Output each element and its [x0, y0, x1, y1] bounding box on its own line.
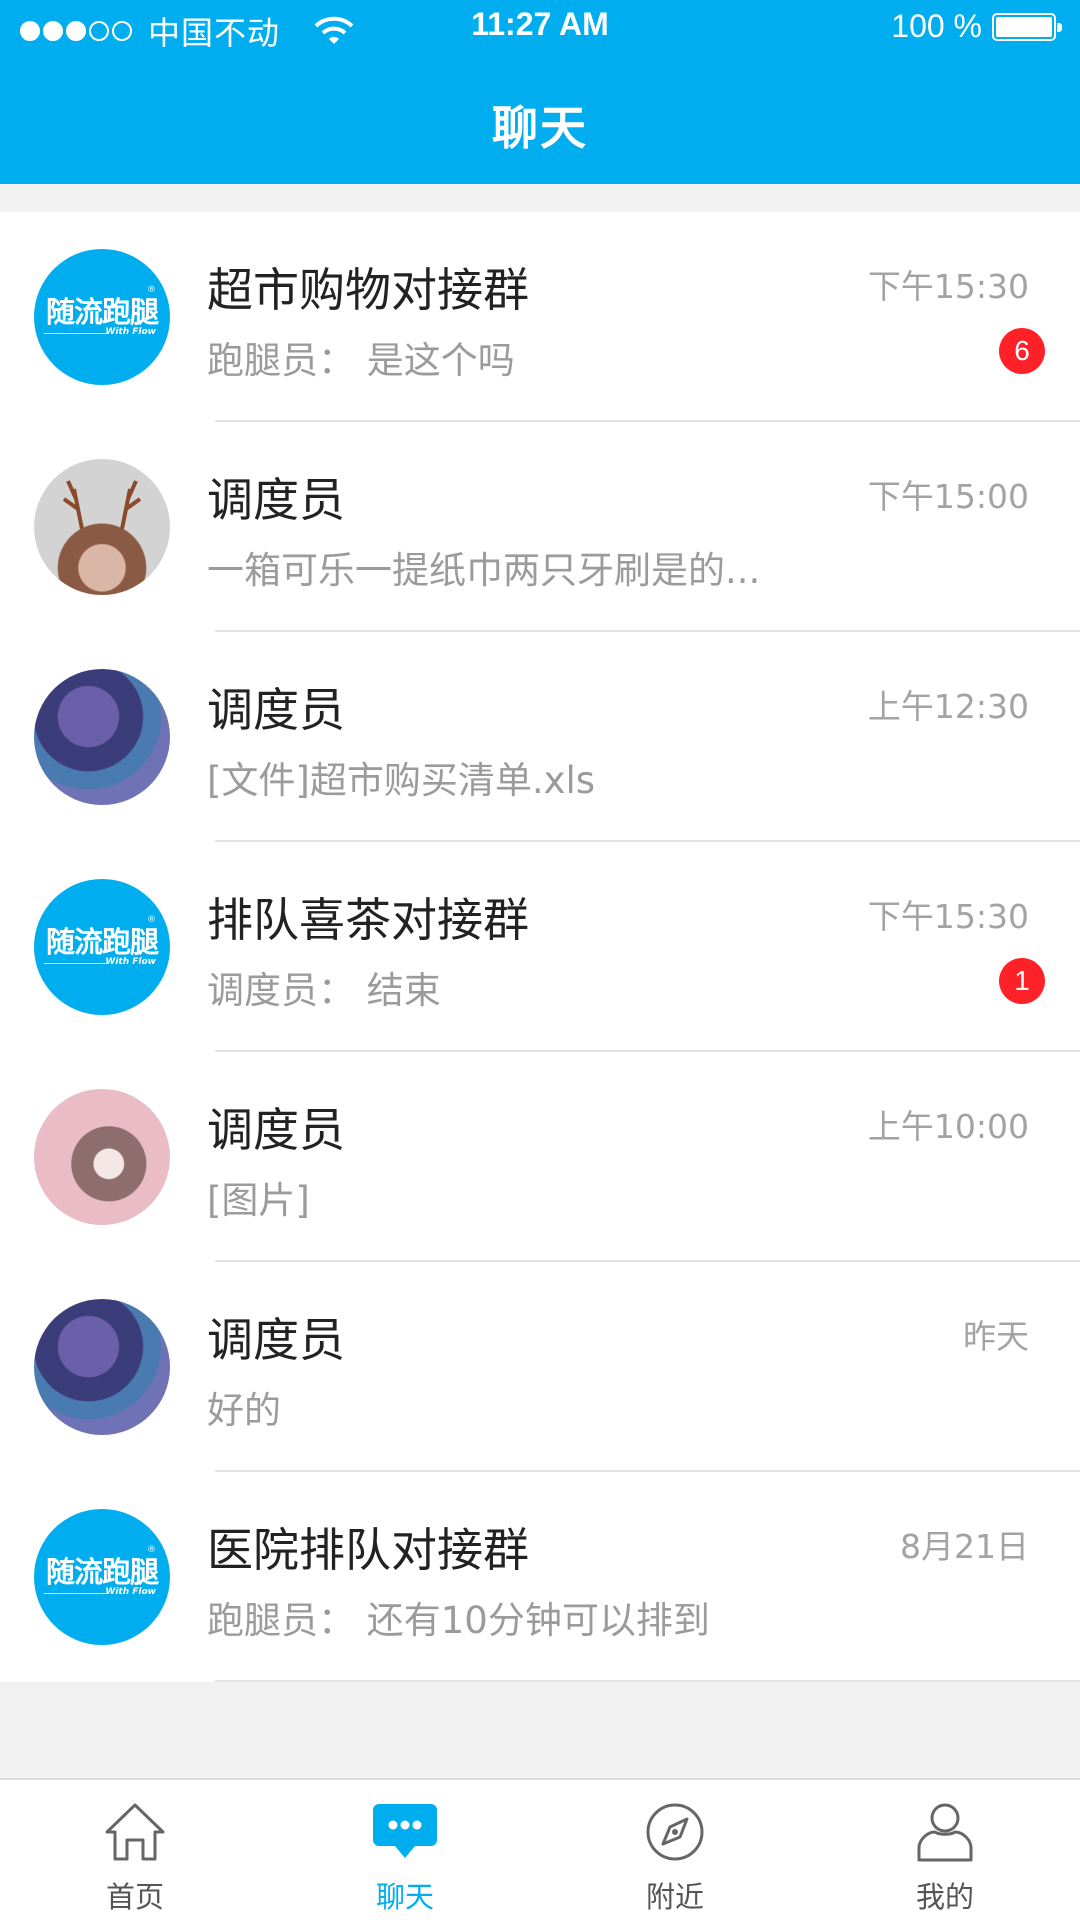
photo-avatar-anime-boy: [34, 669, 170, 805]
photo-avatar-anime-girl: [34, 1089, 170, 1225]
tab-label: 附近: [645, 1880, 704, 1914]
conversation-row[interactable]: 调度员 一箱可乐一提纸巾两只牙刷是的... 下午15:00: [0, 422, 1080, 632]
logo-registered-mark: ®: [147, 1545, 156, 1555]
conversation-row[interactable]: 随流跑腿 ® With Flow 超市购物对接群 跑腿员： 是这个吗 下午15:…: [0, 212, 1080, 422]
photo-avatar-deer-girl: [34, 459, 170, 595]
conversation-row[interactable]: 随流跑腿 ® With Flow 排队喜茶对接群 调度员： 结束 下午15:30…: [0, 842, 1080, 1052]
chat-bubble-icon: [373, 1804, 437, 1858]
logo-text: 随流跑腿: [45, 295, 159, 329]
tab-chat[interactable]: 聊天: [270, 1780, 540, 1920]
page-title: 聊天: [492, 101, 588, 155]
battery-icon: [992, 12, 1062, 41]
logo-subtitle: With Flow: [105, 327, 156, 337]
message-time: 下午15:00: [867, 477, 1029, 516]
status-bar: 中国不动 11:27 AM 100 %: [0, 0, 1080, 62]
logo-subtitle: With Flow: [105, 957, 156, 967]
message-preview: 一箱可乐一提纸巾两只牙刷是的...: [207, 549, 761, 592]
conversation-name: 超市购物对接群: [207, 263, 529, 317]
message-preview: 好的: [207, 1389, 281, 1432]
logo-text: 随流跑腿: [45, 1555, 159, 1589]
logo-registered-mark: ®: [147, 915, 156, 925]
bottom-tab-bar: 首页 聊天 附近 我的: [0, 1778, 1080, 1920]
tab-label: 首页: [105, 1880, 164, 1914]
logo-avatar: 随流跑腿 ® With Flow: [34, 879, 170, 1015]
conversation-name: 调度员: [207, 683, 345, 737]
logo-registered-mark: ®: [147, 285, 156, 295]
chat-list-screen: 中国不动 11:27 AM 100 % 聊天 随流跑腿 ® With Flow: [0, 0, 1080, 1920]
conversation-name: 调度员: [207, 1103, 345, 1157]
conversation-row[interactable]: 随流跑腿 ® With Flow 医院排队对接群 跑腿员： 还有10分钟可以排到…: [0, 1472, 1080, 1682]
antlers-icon: [62, 480, 142, 530]
logo-line: [44, 963, 108, 964]
message-preview: [图片]: [207, 1179, 310, 1222]
home-icon: [105, 1803, 165, 1861]
message-preview: 跑腿员： 是这个吗: [207, 339, 515, 382]
conversation-row[interactable]: 调度员 好的 昨天: [0, 1262, 1080, 1472]
message-time: 下午15:30: [867, 267, 1029, 306]
message-time: 上午12:30: [867, 687, 1029, 726]
conversation-row[interactable]: 调度员 [图片] 上午10:00: [0, 1052, 1080, 1262]
compass-icon: [646, 1803, 704, 1861]
message-time: 昨天: [963, 1317, 1029, 1356]
logo-subtitle: With Flow: [105, 1587, 156, 1597]
tab-label: 聊天: [375, 1880, 434, 1914]
conversation-row[interactable]: 调度员 [文件]超市购买清单.xls 上午12:30: [0, 632, 1080, 842]
photo-avatar-anime-boy: [34, 1299, 170, 1435]
logo-line: [44, 333, 108, 334]
message-preview: 跑腿员： 还有10分钟可以排到: [207, 1599, 710, 1642]
logo-avatar: 随流跑腿 ® With Flow: [34, 249, 170, 385]
tab-me[interactable]: 我的: [810, 1780, 1080, 1920]
conversation-list: 随流跑腿 ® With Flow 超市购物对接群 跑腿员： 是这个吗 下午15:…: [0, 212, 1080, 1682]
conversation-name: 排队喜茶对接群: [207, 893, 529, 947]
message-preview: [文件]超市购买清单.xls: [207, 759, 596, 802]
conversation-name: 调度员: [207, 473, 345, 527]
tab-home[interactable]: 首页: [0, 1780, 270, 1920]
message-time: 下午15:30: [867, 897, 1029, 936]
logo-line: [44, 1593, 108, 1594]
message-preview: 调度员： 结束: [207, 969, 441, 1012]
top-bar: 中国不动 11:27 AM 100 % 聊天: [0, 0, 1080, 184]
message-time: 8月21日: [900, 1527, 1029, 1566]
conversation-name: 医院排队对接群: [207, 1523, 529, 1577]
tab-nearby[interactable]: 附近: [540, 1780, 810, 1920]
logo-text: 随流跑腿: [45, 925, 159, 959]
unread-badge: 6: [999, 328, 1045, 374]
logo-avatar: 随流跑腿 ® With Flow: [34, 1509, 170, 1645]
user-icon: [917, 1803, 973, 1862]
tab-label: 我的: [915, 1880, 974, 1914]
conversation-name: 调度员: [207, 1313, 345, 1367]
battery-percentage: 100 %: [891, 8, 982, 44]
message-time: 上午10:00: [867, 1107, 1029, 1146]
unread-badge: 1: [999, 958, 1045, 1004]
